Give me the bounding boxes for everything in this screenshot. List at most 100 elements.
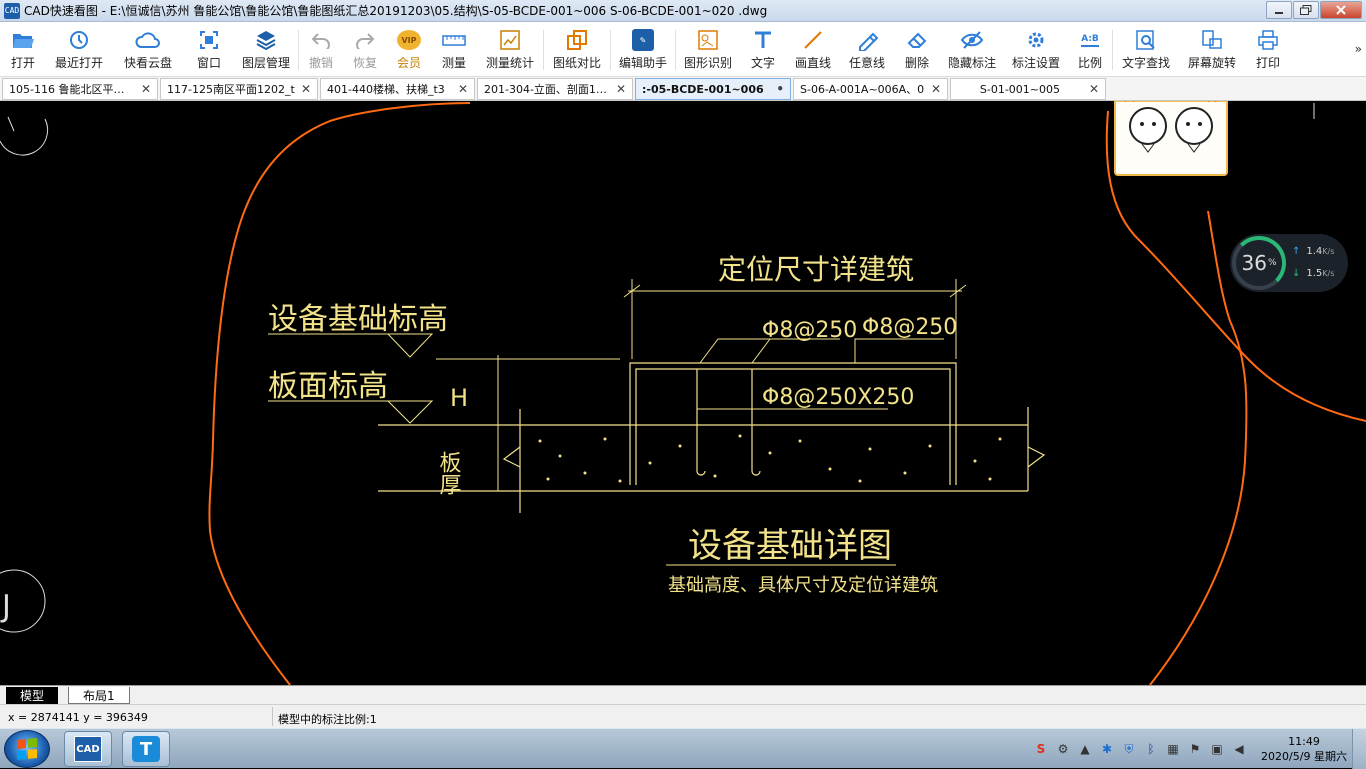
windows-taskbar: CAD T S ⚙ ▲ ✱ ⛨ ᛒ ▦ ⚑ ▣ ◀ 11:49 2020/5/9…: [0, 728, 1366, 769]
status-bar: x = 2874141 y = 396349 模型中的标注比例:1: [0, 704, 1366, 728]
detail-title: 设备基础详图: [688, 526, 892, 566]
cad-app-icon: CAD: [74, 736, 102, 762]
annotation-settings-icon: [1023, 28, 1049, 52]
file-tab[interactable]: S-06-A-001A~006A、0… ✕: [793, 78, 948, 100]
edit-assistant-button[interactable]: ✎ 编辑助手: [611, 22, 675, 77]
scale-button[interactable]: A:B 比例: [1068, 22, 1112, 77]
cloud-drive-button[interactable]: 快看云盘: [112, 22, 184, 77]
status-divider: [272, 707, 273, 726]
file-tab[interactable]: S-01-001~005 ✕: [950, 78, 1106, 100]
cursor-coordinates: x = 2874141 y = 396349: [8, 711, 148, 724]
file-tab[interactable]: 201-304-立面、剖面1… ✕: [477, 78, 633, 100]
drawing-canvas[interactable]: J 定位尺寸详建筑 Φ8@250 Φ8@250 Φ8@250X250 设备基础标…: [0, 101, 1366, 685]
file-tab[interactable]: 105-116 鲁能北区平… ✕: [2, 78, 158, 100]
tab-close-icon[interactable]: •: [776, 82, 784, 96]
network-icon[interactable]: ▣: [1209, 741, 1225, 757]
line-icon: [800, 28, 826, 52]
hide-annotation-button[interactable]: 隐藏标注: [940, 22, 1004, 77]
tab-close-icon[interactable]: ✕: [616, 82, 626, 96]
undo-button[interactable]: 撤销: [299, 22, 343, 77]
start-button[interactable]: [4, 730, 50, 768]
measure-button[interactable]: 测量: [431, 22, 477, 77]
upload-speed: ↑ 1.4K/s: [1292, 246, 1334, 257]
close-button[interactable]: [1320, 1, 1362, 19]
tab-close-icon[interactable]: ✕: [141, 82, 151, 96]
clock-date: 2020/5/9 星期六: [1261, 750, 1347, 763]
equipment-base: [629, 362, 957, 485]
taskbar-text-app[interactable]: T: [122, 731, 170, 767]
window-icon: [196, 28, 222, 52]
edit-assistant-label: 编辑助手: [618, 56, 667, 70]
sogou-input-icon[interactable]: S: [1033, 741, 1049, 757]
security-shield-icon[interactable]: ⛨: [1121, 741, 1137, 757]
drawing-compare-label: 图纸对比: [552, 56, 601, 70]
delete-button[interactable]: 删除: [894, 22, 940, 77]
text-search-label: 文字查找: [1121, 56, 1170, 70]
network-percent: 36: [1241, 251, 1267, 275]
network-gauge: 36%: [1232, 236, 1286, 290]
network-monitor-icon[interactable]: ▦: [1165, 741, 1181, 757]
file-tab-active[interactable]: :-05-BCDE-001~006 •: [635, 78, 791, 100]
upload-unit: K/s: [1322, 247, 1335, 256]
measure-label: 测量: [441, 56, 466, 70]
file-tab[interactable]: 401-440楼梯、扶梯_t3 ✕: [320, 78, 475, 100]
edit-assistant-icon: ✎: [630, 28, 656, 52]
tab-close-icon[interactable]: ✕: [301, 82, 311, 96]
text-search-button[interactable]: 文字查找: [1113, 22, 1179, 77]
vip-button[interactable]: VIP 会员: [387, 22, 431, 77]
text-icon: [750, 28, 776, 52]
layout-tab-bar: 模型 布局1: [0, 685, 1366, 704]
tab-close-icon[interactable]: ✕: [1089, 82, 1099, 96]
window-title: CAD快速看图 - E:\恒诚信\苏州 鲁能公馆\鲁能公馆\鲁能图纸汇总2019…: [24, 4, 768, 18]
windows-logo-icon: [17, 737, 37, 761]
tab-close-icon[interactable]: ✕: [458, 82, 468, 96]
restore-button[interactable]: [1293, 1, 1319, 19]
layer-manager-button[interactable]: 图层管理: [234, 22, 298, 77]
file-tab-label: 401-440楼梯、扶梯_t3: [327, 83, 445, 96]
scale-label: 比例: [1077, 56, 1102, 70]
title-bar: CAD CAD快速看图 - E:\恒诚信\苏州 鲁能公馆\鲁能公馆\鲁能图纸汇总…: [0, 0, 1366, 22]
freehand-line-button[interactable]: 任意线: [840, 22, 894, 77]
file-tab[interactable]: 117-125南区平面1202_t3 ✕: [160, 78, 318, 100]
network-percent-unit: %: [1267, 258, 1277, 268]
slab-elev-label: 板面标高: [268, 369, 388, 404]
shape-recognize-button[interactable]: 图形识别: [676, 22, 740, 77]
upload-value: 1.4: [1306, 246, 1323, 257]
sticker-widget[interactable]: 英 简: [1114, 101, 1228, 176]
print-button[interactable]: 打印: [1245, 22, 1291, 77]
recent-open-label: 最近打开: [54, 56, 103, 70]
slab-thickness-label: 板厚: [436, 451, 462, 495]
axis-bubble-top-tick: [7, 116, 15, 132]
tray-app-icon[interactable]: ✱: [1099, 741, 1115, 757]
tab-model[interactable]: 模型: [6, 687, 59, 704]
toolbar-overflow-icon[interactable]: »: [1355, 42, 1362, 56]
tray-settings-icon[interactable]: ⚙: [1055, 741, 1071, 757]
minimize-button[interactable]: [1266, 1, 1292, 19]
folder-open-icon: [10, 28, 36, 52]
redo-button[interactable]: 恢复: [343, 22, 387, 77]
volume-icon[interactable]: ◀: [1231, 741, 1247, 757]
taskbar-cad-viewer[interactable]: CAD: [64, 731, 112, 767]
bluetooth-icon[interactable]: ᛒ: [1143, 741, 1159, 757]
recent-open-button[interactable]: 最近打开: [46, 22, 112, 77]
delete-label: 删除: [904, 56, 929, 70]
annotation-settings-button[interactable]: 标注设置: [1004, 22, 1068, 77]
tab-close-icon[interactable]: ✕: [931, 82, 941, 96]
window-menu-button[interactable]: 窗口: [184, 22, 234, 77]
text-label: 文字: [750, 56, 775, 70]
tray-expand-icon[interactable]: ▲: [1077, 741, 1093, 757]
draw-line-button[interactable]: 画直线: [786, 22, 840, 77]
network-speed-widget[interactable]: 36% ↑ 1.4K/s ↓ 1.5K/s: [1230, 234, 1348, 292]
drawing-compare-button[interactable]: 图纸对比: [544, 22, 610, 77]
axis-bubble-top: [0, 118, 49, 156]
system-clock[interactable]: 11:49 2020/5/9 星期六: [1256, 734, 1352, 764]
measure-stats-button[interactable]: 测量统计: [477, 22, 543, 77]
file-tab-label: :-05-BCDE-001~006: [642, 82, 764, 96]
text-button[interactable]: 文字: [740, 22, 786, 77]
screen-rotate-button[interactable]: 屏幕旋转: [1179, 22, 1245, 77]
tab-layout1[interactable]: 布局1: [68, 687, 130, 704]
flag-icon[interactable]: ⚑: [1187, 741, 1203, 757]
file-tab-label: 117-125南区平面1202_t3: [167, 83, 295, 96]
show-desktop-button[interactable]: [1352, 729, 1366, 769]
open-button[interactable]: 打开: [0, 22, 46, 77]
